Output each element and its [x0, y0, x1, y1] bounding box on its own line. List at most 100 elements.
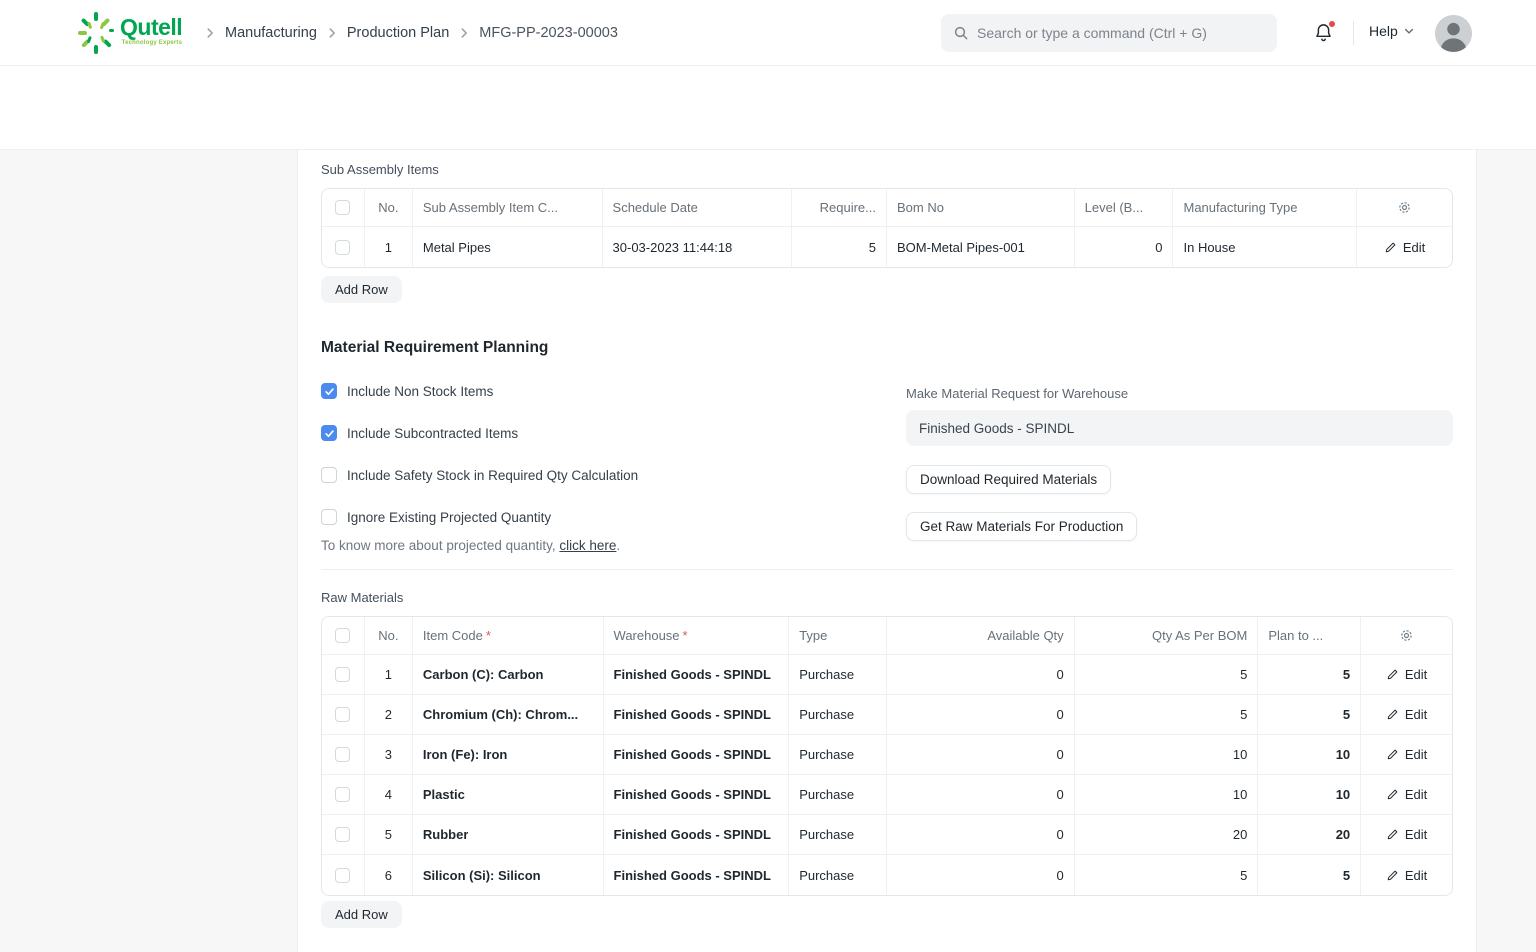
row-edit-button[interactable]: Edit [1386, 747, 1427, 762]
checkbox-include-subcontracted-items[interactable]: Include Subcontracted Items [321, 425, 518, 441]
checkbox-ignore-existing-projected-quantity[interactable]: Ignore Existing Projected Quantity [321, 509, 551, 525]
raw-materials-row-1[interactable]: 1 Carbon (C): Carbon Finished Goods - SP… [322, 655, 1452, 695]
cell-type: Purchase [789, 695, 887, 734]
checkbox-label: Ignore Existing Projected Quantity [347, 510, 551, 525]
select-all-checkbox[interactable] [335, 200, 350, 215]
help-menu[interactable]: Help [1369, 23, 1415, 39]
row-edit-button[interactable]: Edit [1384, 240, 1425, 255]
cell-no: 5 [365, 815, 413, 854]
cell-no: 2 [365, 695, 413, 734]
logo-text: Qutell [120, 16, 182, 39]
cell-warehouse: Finished Goods - SPINDL [604, 655, 790, 694]
row-checkbox[interactable] [335, 240, 350, 255]
cell-item-code: Iron (Fe): Iron [413, 735, 604, 774]
raw-materials-grid: No. Item Code* Warehouse* Type Available… [321, 616, 1453, 896]
company-logo[interactable]: Qutell Technology Experts [76, 10, 182, 56]
raw-materials-row-4[interactable]: 4 Plastic Finished Goods - SPINDL Purcha… [322, 775, 1452, 815]
raw-materials-row-5[interactable]: 5 Rubber Finished Goods - SPINDL Purchas… [322, 815, 1452, 855]
row-checkbox[interactable] [335, 707, 350, 722]
breadcrumb: Manufacturing Production Plan MFG-PP-202… [203, 0, 618, 66]
sub-assembly-section-label: Sub Assembly Items [321, 162, 439, 177]
column-header-no: No. [365, 617, 413, 654]
checkbox-box[interactable] [321, 425, 337, 441]
required-marker: * [683, 628, 688, 643]
cell-warehouse: Finished Goods - SPINDL [604, 775, 790, 814]
raw-materials-add-row-button[interactable]: Add Row [321, 901, 402, 928]
raw-materials-row-3[interactable]: 3 Iron (Fe): Iron Finished Goods - SPIND… [322, 735, 1452, 775]
search-input[interactable] [977, 25, 1265, 41]
row-checkbox[interactable] [335, 787, 350, 802]
sub-assembly-add-row-button[interactable]: Add Row [321, 276, 402, 303]
chevron-down-icon [1403, 25, 1415, 37]
checkbox-box[interactable] [321, 467, 337, 483]
section-divider [321, 569, 1453, 570]
breadcrumb-item-manufacturing[interactable]: Manufacturing [225, 25, 317, 41]
sub-assembly-row-1[interactable]: 1 Metal Pipes 30-03-2023 11:44:18 5 BOM-… [322, 227, 1452, 267]
cell-item-code: Chromium (Ch): Chrom... [413, 695, 604, 734]
breadcrumb-item-production-plan[interactable]: Production Plan [347, 25, 449, 41]
row-checkbox[interactable] [335, 827, 350, 842]
row-edit-button[interactable]: Edit [1386, 868, 1427, 883]
cell-qty-as-per-bom: 10 [1075, 735, 1259, 774]
raw-materials-header-row: No. Item Code* Warehouse* Type Available… [322, 617, 1452, 655]
projected-quantity-help-text: To know more about projected quantity, c… [321, 538, 620, 553]
row-checkbox[interactable] [335, 868, 350, 883]
pencil-icon [1386, 869, 1399, 882]
cell-type: Purchase [789, 815, 887, 854]
select-all-checkbox[interactable] [335, 628, 350, 643]
click-here-link[interactable]: click here [559, 538, 616, 553]
row-edit-button[interactable]: Edit [1386, 667, 1427, 682]
notifications-bell-icon[interactable] [1313, 22, 1335, 44]
column-header-level: Level (B... [1075, 189, 1174, 226]
cell-no: 1 [365, 227, 413, 267]
row-checkbox[interactable] [335, 747, 350, 762]
cell-no: 4 [365, 775, 413, 814]
pencil-icon [1386, 748, 1399, 761]
cell-schedule-date: 30-03-2023 11:44:18 [603, 227, 793, 267]
notification-dot [1329, 21, 1335, 27]
column-header-qty-as-per-bom: Qty As Per BOM [1075, 617, 1259, 654]
pencil-icon [1386, 708, 1399, 721]
cell-available-qty: 0 [887, 775, 1075, 814]
sub-assembly-header-row: No. Sub Assembly Item C... Schedule Date… [322, 189, 1452, 227]
cell-plan-to: 5 [1258, 855, 1361, 895]
check-icon [324, 428, 335, 439]
user-avatar[interactable] [1435, 15, 1472, 52]
chevron-right-icon [325, 26, 339, 40]
global-search[interactable] [941, 14, 1277, 52]
download-required-materials-button[interactable]: Download Required Materials [906, 465, 1111, 494]
cell-type: Purchase [789, 855, 887, 895]
warehouse-input[interactable] [906, 410, 1453, 446]
chevron-right-icon [457, 26, 471, 40]
checkbox-box[interactable] [321, 383, 337, 399]
column-header-type: Type [789, 617, 887, 654]
check-icon [324, 386, 335, 397]
checkbox-box[interactable] [321, 509, 337, 525]
breadcrumb-item-current[interactable]: MFG-PP-2023-00003 [479, 25, 618, 41]
raw-materials-section-label: Raw Materials [321, 590, 403, 605]
row-edit-button[interactable]: Edit [1386, 787, 1427, 802]
column-header-warehouse: Warehouse* [604, 617, 790, 654]
row-edit-button[interactable]: Edit [1386, 827, 1427, 842]
pencil-icon [1386, 788, 1399, 801]
cell-qty-as-per-bom: 5 [1075, 655, 1259, 694]
cell-no: 3 [365, 735, 413, 774]
row-checkbox[interactable] [335, 667, 350, 682]
cell-qty-as-per-bom: 5 [1075, 855, 1259, 895]
cell-no: 6 [365, 855, 413, 895]
cell-available-qty: 0 [887, 695, 1075, 734]
raw-materials-row-6[interactable]: 6 Silicon (Si): Silicon Finished Goods -… [322, 855, 1452, 895]
cell-item: Metal Pipes [413, 227, 603, 267]
checkbox-include-safety-stock[interactable]: Include Safety Stock in Required Qty Cal… [321, 467, 638, 483]
get-raw-materials-button[interactable]: Get Raw Materials For Production [906, 512, 1137, 541]
cell-item-code: Plastic [413, 775, 604, 814]
cell-available-qty: 0 [887, 855, 1075, 895]
row-edit-button[interactable]: Edit [1386, 707, 1427, 722]
top-navbar: Qutell Technology Experts Manufacturing … [0, 0, 1536, 66]
checkbox-include-non-stock-items[interactable]: Include Non Stock Items [321, 383, 493, 399]
help-label: Help [1369, 23, 1398, 39]
pencil-icon [1386, 668, 1399, 681]
raw-materials-row-2[interactable]: 2 Chromium (Ch): Chrom... Finished Goods… [322, 695, 1452, 735]
grid-settings-gear-icon[interactable] [1397, 200, 1412, 215]
grid-settings-gear-icon[interactable] [1399, 628, 1414, 643]
